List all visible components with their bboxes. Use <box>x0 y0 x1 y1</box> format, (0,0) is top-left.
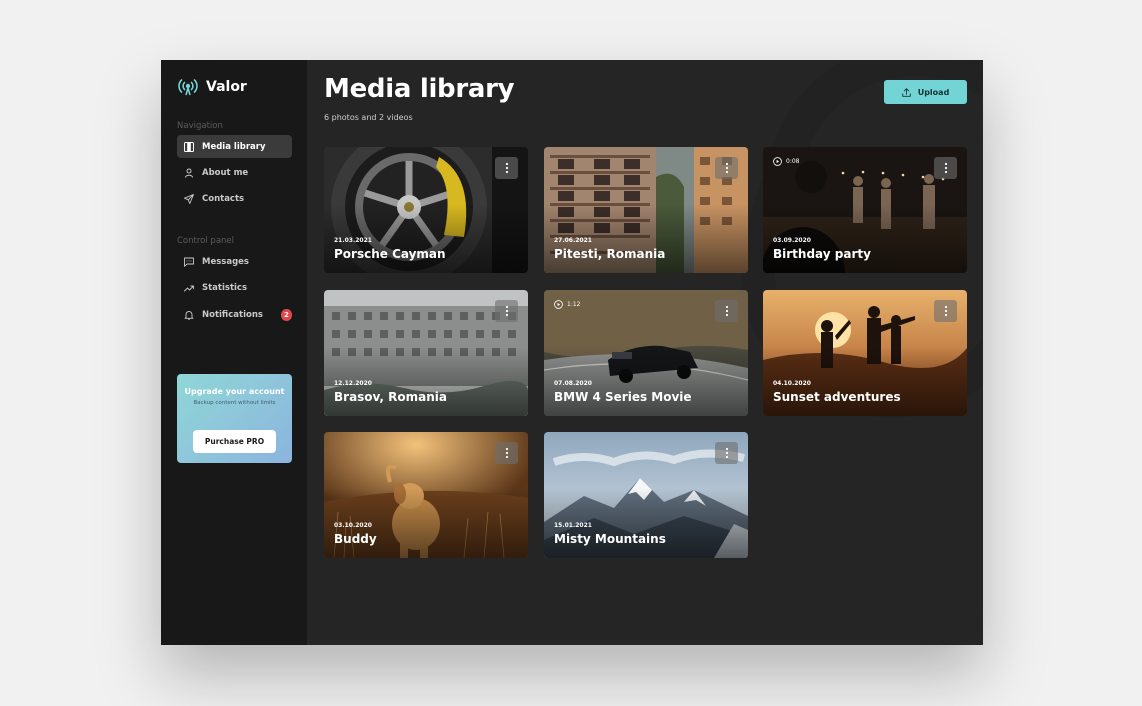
more-vertical-icon <box>505 305 508 317</box>
card-menu-button[interactable] <box>495 442 518 464</box>
user-icon <box>185 168 193 178</box>
nav-item-label: Media library <box>202 141 266 152</box>
upload-icon <box>901 87 911 97</box>
media-icon <box>184 141 194 152</box>
duration-label: 1:12 <box>567 301 581 308</box>
purchase-pro-button[interactable]: Purchase PRO <box>193 430 276 453</box>
card-date: 03.09.2020 <box>773 237 811 244</box>
main-content: Media library 6 photos and 2 videos Uplo… <box>307 60 983 645</box>
sidebar: Valor Navigation Media library About me … <box>161 60 307 645</box>
card-title: BMW 4 Series Movie <box>554 390 692 404</box>
upload-button[interactable]: Upload <box>884 80 967 104</box>
navigation-label: Navigation <box>177 121 223 131</box>
card-menu-button[interactable] <box>495 300 518 322</box>
play-icon <box>773 157 782 166</box>
media-card[interactable]: 03.10.2020 Buddy <box>324 432 528 558</box>
media-card[interactable]: 0:08 03.09.2020 Birthday party <box>763 147 967 273</box>
card-title: Sunset adventures <box>773 390 901 404</box>
nav-item-media-library[interactable]: Media library <box>177 135 292 158</box>
bell-icon <box>184 310 194 320</box>
more-vertical-icon <box>505 162 508 174</box>
more-vertical-icon <box>944 305 947 317</box>
card-date: 04.10.2020 <box>773 380 811 387</box>
nav-item-label: Statistics <box>202 282 248 293</box>
upgrade-title: Upgrade your account <box>184 387 285 396</box>
upgrade-subtitle: Backup content without limits <box>193 400 276 406</box>
card-date: 15.01.2021 <box>554 522 592 529</box>
card-date: 27.06.2021 <box>554 237 592 244</box>
more-vertical-icon <box>725 447 728 459</box>
media-card[interactable]: 04.10.2020 Sunset adventures <box>763 290 967 416</box>
card-date: 03.10.2020 <box>334 522 372 529</box>
nav-item-label: About me <box>202 167 249 178</box>
trend-icon <box>184 285 194 291</box>
nav-item-statistics[interactable]: Statistics <box>177 276 292 299</box>
nav-item-about-me[interactable]: About me <box>177 161 292 184</box>
more-vertical-icon <box>725 162 728 174</box>
media-card[interactable]: 15.01.2021 Misty Mountains <box>544 432 748 558</box>
card-date: 07.08.2020 <box>554 380 592 387</box>
broadcast-icon <box>178 79 198 96</box>
nav-item-label: Contacts <box>202 193 245 204</box>
notification-badge: 2 <box>280 308 292 321</box>
nav-item-messages[interactable]: Messages <box>177 250 292 273</box>
card-date: 12.12.2020 <box>334 380 372 387</box>
nav-item-label: Messages <box>202 256 249 267</box>
more-vertical-icon <box>505 447 508 459</box>
card-title: Brasov, Romania <box>334 390 447 404</box>
page-title: Media library <box>324 74 515 104</box>
media-count: 6 photos and 2 videos <box>324 113 413 122</box>
media-card[interactable]: 21.03.2021 Porsche Cayman <box>324 147 528 273</box>
card-title: Pitesti, Romania <box>554 247 666 261</box>
card-menu-button[interactable] <box>934 157 957 179</box>
play-icon <box>554 300 563 309</box>
app-window: Valor Navigation Media library About me … <box>161 60 983 645</box>
card-menu-button[interactable] <box>715 300 738 322</box>
nav-item-contacts[interactable]: Contacts <box>177 187 292 210</box>
duration-label: 0:08 <box>786 158 800 165</box>
brand-name: Valor <box>206 79 247 95</box>
card-title: Birthday party <box>773 247 871 261</box>
brand[interactable]: Valor <box>178 78 247 96</box>
video-duration: 0:08 <box>773 157 799 166</box>
media-card[interactable]: 27.06.2021 Pitesti, Romania <box>544 147 748 273</box>
card-menu-button[interactable] <box>934 300 957 322</box>
card-date: 21.03.2021 <box>334 237 372 244</box>
media-card[interactable]: 12.12.2020 Brasov, Romania <box>324 290 528 416</box>
upgrade-card: Upgrade your account Backup content with… <box>177 374 292 463</box>
send-icon <box>184 193 194 204</box>
upload-label: Upload <box>917 87 950 97</box>
message-icon <box>184 257 194 267</box>
card-menu-button[interactable] <box>715 157 738 179</box>
card-title: Buddy <box>334 532 377 546</box>
media-card[interactable]: 1:12 07.08.2020 BMW 4 Series Movie <box>544 290 748 416</box>
card-menu-button[interactable] <box>495 157 518 179</box>
nav-item-label: Notifications <box>202 309 263 320</box>
control-panel-label: Control panel <box>177 236 235 246</box>
video-duration: 1:12 <box>554 300 580 309</box>
nav-item-notifications[interactable]: Notifications 2 <box>177 303 292 326</box>
more-vertical-icon <box>944 162 947 174</box>
more-vertical-icon <box>725 305 728 317</box>
card-menu-button[interactable] <box>715 442 738 464</box>
card-title: Porsche Cayman <box>334 247 446 261</box>
card-title: Misty Mountains <box>554 532 666 546</box>
